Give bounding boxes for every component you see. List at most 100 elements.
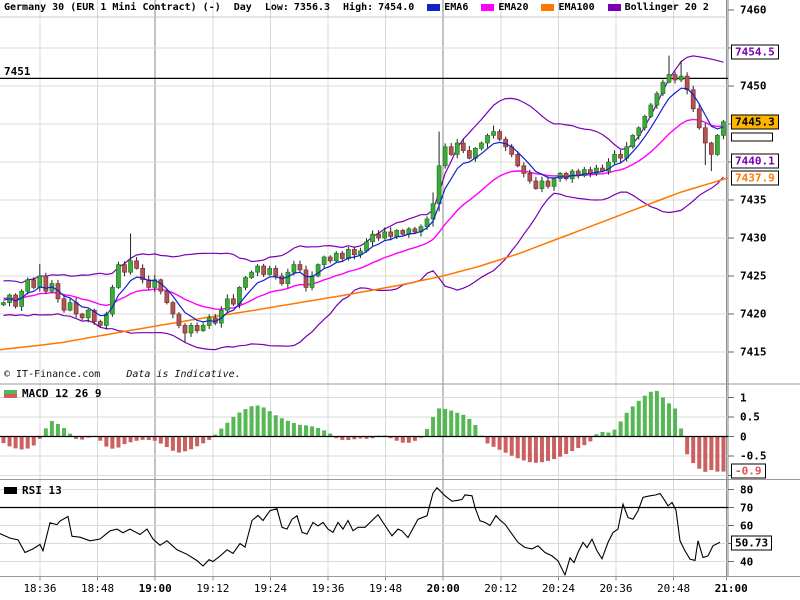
copyright-text: © IT-Finance.com xyxy=(4,369,101,380)
macd-bar xyxy=(291,423,296,437)
ema100-value-box: 7437.9 xyxy=(731,170,779,186)
candle-body xyxy=(128,260,133,273)
rsi-panel-label[interactable]: RSI 13 xyxy=(4,484,62,497)
macd-bar xyxy=(128,436,133,443)
candle-body xyxy=(618,154,623,159)
macd-bar xyxy=(164,436,169,448)
candle-body xyxy=(164,290,170,303)
macd-panel-label[interactable]: MACD 12 26 9 xyxy=(4,387,101,400)
candle-body xyxy=(412,228,418,233)
macd-bar xyxy=(443,408,448,437)
candle-body xyxy=(134,260,139,269)
legend-item-ema100[interactable]: EMA100 xyxy=(541,2,595,13)
last-price-box: 7445.3 xyxy=(731,114,779,130)
macd-bar xyxy=(552,436,557,460)
candle-body xyxy=(715,135,720,155)
macd-bar xyxy=(667,403,671,437)
ema20-line xyxy=(3,118,724,310)
macd-bar xyxy=(116,436,121,448)
macd-bar xyxy=(648,391,653,437)
legend-swatch-icon xyxy=(427,4,441,11)
candle-body xyxy=(654,93,660,106)
bollinger-lower-value-box: 7440.1 xyxy=(731,153,779,169)
candle-body xyxy=(333,252,339,262)
candle-body xyxy=(448,146,454,155)
legend-swatch-icon xyxy=(607,4,621,11)
candle-body xyxy=(460,142,466,151)
legend-swatch-icon xyxy=(541,4,555,11)
candle-body xyxy=(225,298,230,311)
time-axis-label: 20:24 xyxy=(541,582,575,595)
macd-bar xyxy=(19,436,24,450)
candle-body xyxy=(515,154,521,167)
macd-bar xyxy=(654,390,659,437)
legend-item-bollinger-20-2[interactable]: Bollinger 20 2 xyxy=(607,2,709,13)
candle-body xyxy=(1,302,6,306)
macd-bar xyxy=(533,436,538,463)
price-axis-label: 7450 xyxy=(740,79,767,93)
macd-bar xyxy=(13,436,18,449)
candle-body xyxy=(672,74,678,81)
candle-body xyxy=(31,279,37,288)
macd-axis-label: 0 xyxy=(740,430,747,443)
macd-bar xyxy=(461,414,466,437)
candle-body xyxy=(454,142,460,155)
candle-body xyxy=(702,127,708,144)
candle-body xyxy=(61,298,67,311)
macd-bar xyxy=(437,408,442,437)
candle-body xyxy=(642,116,648,129)
candle-body xyxy=(97,321,103,326)
macd-axis-label: 0.5 xyxy=(740,410,760,424)
horizontal-line-label[interactable]: 7451 xyxy=(2,66,33,77)
macd-bar xyxy=(285,420,290,437)
candle-body xyxy=(533,180,539,189)
candle-body xyxy=(43,275,49,292)
macd-bar xyxy=(515,436,520,459)
macd-bar xyxy=(110,436,115,449)
price-axis-label: 7430 xyxy=(740,231,767,245)
low-label: Low: xyxy=(264,2,289,13)
candle-body xyxy=(545,180,551,187)
time-axis-label: 20:12 xyxy=(484,582,518,595)
candle-body xyxy=(442,146,448,167)
price-axis-label: 7435 xyxy=(740,193,767,207)
macd-bar xyxy=(497,436,502,450)
period-label[interactable]: Day xyxy=(234,2,252,13)
macd-bar xyxy=(1,436,6,444)
macd-bar xyxy=(297,424,302,437)
macd-bar xyxy=(473,424,478,437)
macd-bar xyxy=(7,436,12,447)
bollinger-upper-value-box: 7454.5 xyxy=(731,44,779,60)
legend-item-ema20[interactable]: EMA20 xyxy=(481,2,528,13)
candle-body xyxy=(255,265,260,273)
time-axis-label: 18:48 xyxy=(81,582,115,595)
candle-body xyxy=(79,313,85,319)
legend-label: EMA20 xyxy=(498,2,529,13)
macd-bar xyxy=(630,406,635,437)
macd-bar xyxy=(588,436,593,442)
macd-bar xyxy=(219,428,224,437)
macd-bar xyxy=(546,436,550,461)
time-axis-label: 19:24 xyxy=(253,582,287,595)
macd-bar xyxy=(503,436,508,453)
macd-bar xyxy=(412,436,417,441)
macd-bar xyxy=(558,436,563,457)
candle-body xyxy=(497,131,502,140)
macd-bar xyxy=(201,436,206,444)
ema6-line xyxy=(3,87,724,323)
macd-bar xyxy=(721,436,726,472)
macd-bar xyxy=(104,436,109,447)
legend-swatch-icon xyxy=(481,4,495,11)
macd-bar xyxy=(564,436,569,454)
chart-canvas[interactable] xyxy=(0,0,800,600)
candle-body xyxy=(297,264,303,271)
time-axis-label: 21:00 xyxy=(714,582,748,595)
legend-item-ema6[interactable]: EMA6 xyxy=(427,2,468,13)
candle-body xyxy=(352,249,357,256)
rsi-icon xyxy=(4,487,17,494)
macd-bar xyxy=(679,428,684,437)
candle-body xyxy=(267,268,273,275)
candle-body xyxy=(73,302,79,315)
macd-bar xyxy=(255,405,260,437)
macd-bar xyxy=(49,421,54,437)
